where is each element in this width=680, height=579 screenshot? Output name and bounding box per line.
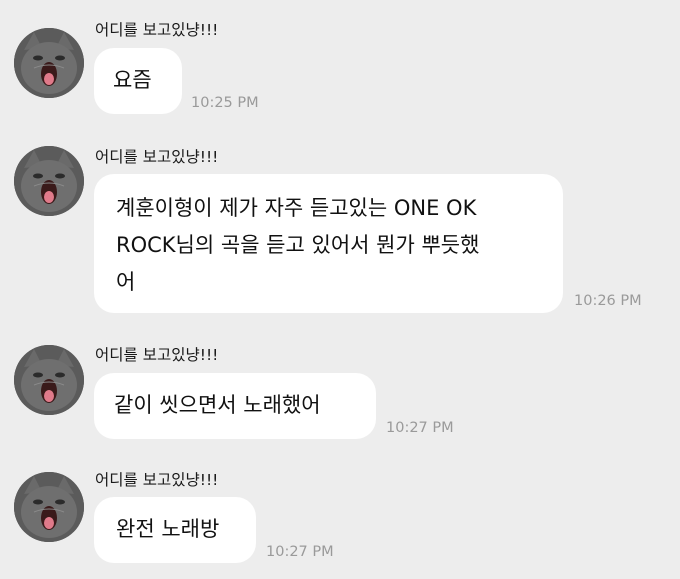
message-bubble[interactable]: 같이 씻으면서 노래했어 [94, 373, 376, 439]
message-timestamp: 10:27 PM [266, 544, 334, 560]
message-text-line: 계훈이형이 제가 자주 듣고있는 ONE OK [116, 196, 477, 220]
screaming-cat-avatar-icon[interactable] [14, 345, 84, 415]
message-timestamp: 10:25 PM [191, 95, 259, 111]
message-bubble[interactable]: 완전 노래방 [94, 497, 256, 563]
message-text-line: ROCK님의 곡을 듣고 있어서 뭔가 뿌듯했 [116, 233, 480, 257]
message-bubble[interactable]: 계훈이형이 제가 자주 듣고있는 ONE OK ROCK님의 곡을 듣고 있어서… [94, 174, 563, 313]
sender-name: 어디를 보고있냥!!! [95, 148, 219, 166]
message-text: 요즘 [113, 68, 152, 92]
message-text: 완전 노래방 [116, 517, 220, 541]
screaming-cat-avatar-icon[interactable] [14, 146, 84, 216]
sender-name: 어디를 보고있냥!!! [95, 21, 219, 39]
message-bubble[interactable]: 요즘 [94, 48, 182, 114]
sender-name: 어디를 보고있냥!!! [95, 471, 219, 489]
message-text-line: 어 [116, 270, 136, 294]
message-timestamp: 10:26 PM [574, 293, 642, 309]
message-timestamp: 10:27 PM [386, 420, 454, 436]
message-text: 같이 씻으면서 노래했어 [114, 393, 321, 417]
sender-name: 어디를 보고있냥!!! [95, 346, 219, 364]
screaming-cat-avatar-icon[interactable] [14, 28, 84, 98]
screaming-cat-avatar-icon[interactable] [14, 472, 84, 542]
